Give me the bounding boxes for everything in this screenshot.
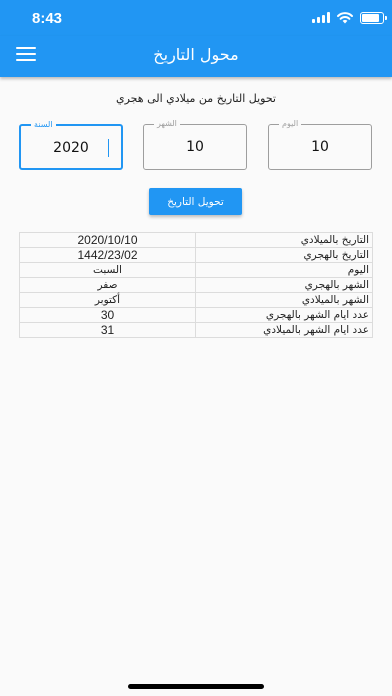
table-row: 2020/10/10 التاريخ بالميلادي (19, 232, 373, 248)
result-label: عدد ايام الشهر بالميلادي (195, 322, 373, 338)
result-label: التاريخ بالهجري (195, 247, 373, 263)
table-row: أكتوبر الشهر بالميلادي (19, 292, 373, 308)
result-label: اليوم (195, 262, 373, 278)
result-value: 1442/23/02 (19, 247, 196, 263)
result-value: أكتوبر (19, 292, 196, 308)
battery-icon (360, 12, 387, 24)
app-bar: محول التاريخ (0, 36, 392, 77)
year-input[interactable] (25, 136, 117, 160)
table-row: صفر الشهر بالهجري (19, 277, 373, 293)
status-time: 8:43 (32, 10, 63, 27)
text-caret (108, 139, 109, 157)
app-title: محول التاريخ (153, 45, 239, 64)
result-value: صفر (19, 277, 196, 293)
month-input[interactable] (148, 135, 242, 159)
table-row: 1442/23/02 التاريخ بالهجري (19, 247, 373, 263)
result-label: الشهر بالميلادي (195, 292, 373, 308)
year-field[interactable]: السنة (19, 119, 123, 170)
results-table: 2020/10/10 التاريخ بالميلادي 1442/23/02 … (19, 232, 373, 338)
result-value: السبت (19, 262, 196, 278)
result-value: 30 (19, 307, 196, 323)
month-field[interactable]: الشهر (143, 118, 247, 170)
table-row: 31 عدد ايام الشهر بالميلادي (19, 322, 373, 338)
month-field-label: الشهر (154, 118, 180, 130)
cellular-signal-icon (312, 12, 330, 23)
home-indicator[interactable] (128, 684, 264, 689)
page-subtitle: تحويل التاريخ من ميلادي الى هجري (116, 92, 276, 105)
convert-date-button[interactable]: تحويل التاريخ (149, 188, 242, 215)
day-input[interactable] (273, 135, 367, 159)
result-label: الشهر بالهجري (195, 277, 373, 293)
result-value: 2020/10/10 (19, 232, 196, 248)
table-row: 30 عدد ايام الشهر بالهجري (19, 307, 373, 323)
table-row: السبت اليوم (19, 262, 373, 278)
day-field[interactable]: اليوم (268, 118, 372, 170)
wifi-icon (337, 12, 353, 24)
result-label: التاريخ بالميلادي (195, 232, 373, 248)
day-field-label: اليوم (279, 118, 302, 130)
status-bar: 8:43 (0, 0, 392, 36)
year-field-label: السنة (31, 119, 56, 131)
result-value: 31 (19, 322, 196, 338)
result-label: عدد ايام الشهر بالهجري (195, 307, 373, 323)
